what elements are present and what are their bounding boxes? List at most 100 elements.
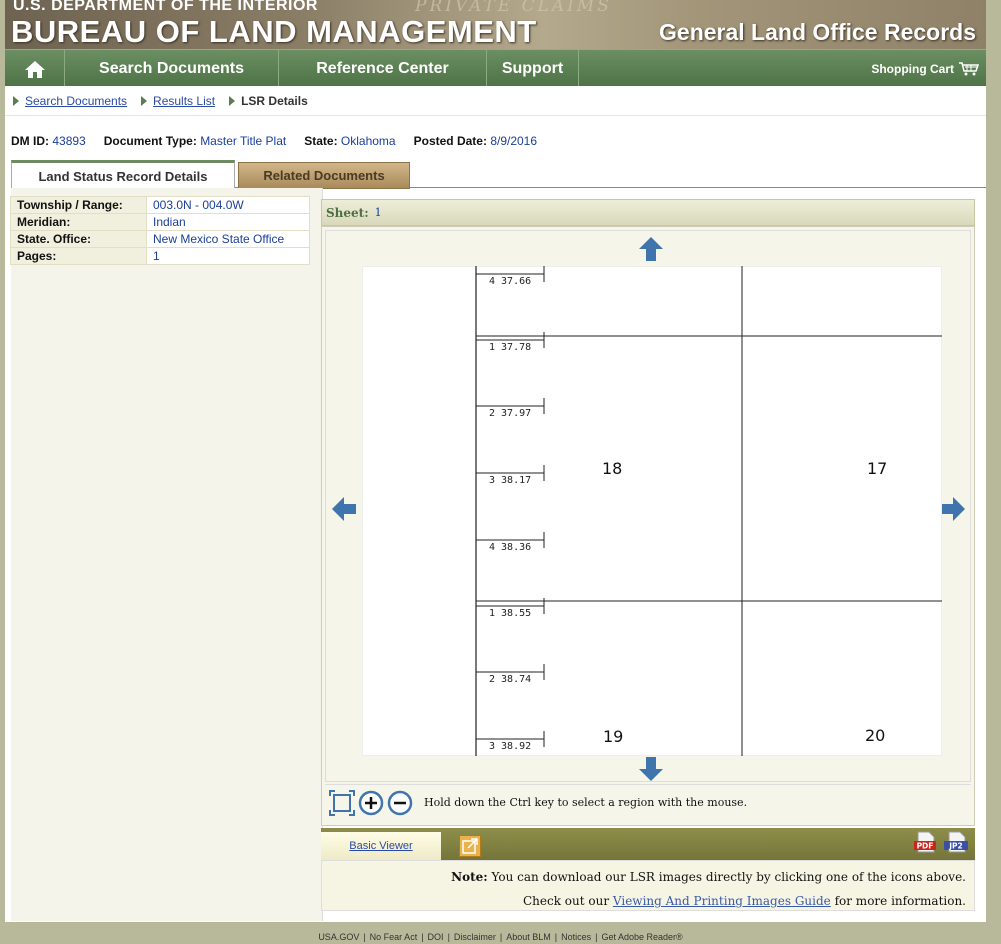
cart-icon <box>959 61 980 75</box>
lot-label: 4 38.36 <box>489 542 531 553</box>
breadcrumb-results-list[interactable]: Results List <box>153 94 215 108</box>
doc-type-label: Document Type: <box>103 134 197 148</box>
site-subtitle: General Land Office Records <box>659 19 976 45</box>
zoom-in-icon[interactable] <box>358 790 384 816</box>
footer-link[interactable]: DOI <box>428 932 444 942</box>
viewing-guide-link[interactable]: Viewing And Printing Images Guide <box>613 894 831 908</box>
pan-right-arrow-icon[interactable] <box>940 496 966 522</box>
footer-separator: | <box>554 932 558 942</box>
footer-separator: | <box>595 932 598 942</box>
footer-link[interactable]: No Fear Act <box>370 932 418 942</box>
breadcrumb-search-documents[interactable]: Search Documents <box>25 94 127 108</box>
nav-search-documents[interactable]: Search Documents <box>65 50 279 87</box>
property-key: Meridian: <box>10 213 147 231</box>
external-window-icon <box>462 838 478 854</box>
details-side-panel <box>11 188 323 921</box>
nav-support[interactable]: Support <box>487 50 579 87</box>
footer-link[interactable]: USA.GOV <box>318 932 359 942</box>
state-value: Oklahoma <box>340 134 396 148</box>
property-key: Pages: <box>10 247 147 265</box>
sheet-label: Sheet: <box>326 205 369 220</box>
lot-label: 3 38.92 <box>489 741 531 752</box>
note-line-2: Check out our Viewing And Printing Image… <box>330 889 966 913</box>
shopping-cart-link[interactable]: Shopping Cart <box>871 50 980 87</box>
breadcrumb-arrow-icon <box>229 95 236 106</box>
jp2-download-icon[interactable]: JP2 <box>943 831 969 853</box>
breadcrumb-arrow-icon <box>13 95 19 106</box>
pdf-download-icon[interactable]: PDF <box>913 831 937 853</box>
footer-link[interactable]: Notices <box>561 932 591 942</box>
property-key: Township / Range: <box>10 196 147 214</box>
plat-image: 4 37.66 1 37.78 2 37.97 3 38.17 4 38.36 1 38.… <box>362 266 942 756</box>
property-value: 003.0N - 004.0W <box>146 196 310 214</box>
bureau-title: BUREAU OF LAND MANAGEMENT <box>11 14 537 49</box>
table-row: Township / Range: 003.0N - 004.0W <box>10 196 310 214</box>
section-label: 17 <box>867 459 887 478</box>
footer-separator: | <box>447 932 450 942</box>
property-key: State. Office: <box>10 230 147 248</box>
pan-up-arrow-icon[interactable] <box>638 236 664 262</box>
dm-id-label: DM ID: <box>11 134 49 148</box>
property-value: 1 <box>146 247 310 265</box>
section-label: 18 <box>602 459 622 478</box>
lot-label: 2 37.97 <box>489 408 531 419</box>
lot-label: 3 38.17 <box>489 475 531 486</box>
sheet-bar: Sheet: 1 <box>321 199 975 226</box>
note-label: Note: <box>451 870 488 884</box>
dm-id-value: 43893 <box>52 134 86 148</box>
pdf-icon-label: PDF <box>917 842 934 851</box>
main-nav: Search Documents Reference Center Suppor… <box>5 49 986 87</box>
tab-related-documents[interactable]: Related Documents <box>238 162 410 189</box>
download-bar: Basic Viewer PDF JP2 <box>321 828 975 860</box>
property-value: New Mexico State Office <box>146 230 310 248</box>
table-row: Meridian: Indian <box>10 213 310 231</box>
footer-link[interactable]: About BLM <box>506 932 551 942</box>
viewer-toolbar: Hold down the Ctrl key to select a regio… <box>325 784 971 820</box>
lot-label: 2 38.74 <box>489 674 531 685</box>
popout-viewer-icon[interactable] <box>459 835 481 857</box>
table-row: Pages: 1 <box>10 247 310 265</box>
sheet-number[interactable]: 1 <box>375 206 382 219</box>
footer-separator: | <box>499 932 503 942</box>
lot-label: 1 38.55 <box>489 608 531 619</box>
breadcrumb-arrow-icon <box>141 95 148 106</box>
note-text: You can download our LSR images directly… <box>491 870 966 884</box>
image-viewer: 4 37.66 1 37.78 2 37.97 3 38.17 4 38.36 1 38.… <box>321 226 975 826</box>
footer-separator: | <box>421 932 424 942</box>
lot-label: 1 37.78 <box>489 342 531 353</box>
shopping-cart-label: Shopping Cart <box>871 61 954 76</box>
page-content: Search Documents Results List LSR Detail… <box>5 86 986 922</box>
state-label: State: <box>304 134 338 148</box>
breadcrumb-current: LSR Details <box>241 93 308 108</box>
pan-down-arrow-icon[interactable] <box>638 756 664 782</box>
note-text-post: for more information. <box>834 894 966 908</box>
tab-bar: Land Status Record Details Related Docum… <box>11 158 986 190</box>
footer-link[interactable]: Get Adobe Reader® <box>602 932 683 942</box>
home-button[interactable] <box>5 50 65 87</box>
download-note: Note: You can download our LSR images di… <box>321 860 975 911</box>
pan-left-arrow-icon[interactable] <box>331 496 357 522</box>
department-title: U.S. DEPARTMENT OF THE INTERIOR <box>13 0 318 14</box>
site-footer: USA.GOV | No Fear Act | DOI | Disclaimer | About… <box>0 930 1001 944</box>
breadcrumb: Search Documents Results List LSR Detail… <box>5 86 986 116</box>
section-label: 20 <box>865 726 885 745</box>
select-region-icon[interactable] <box>329 789 355 816</box>
document-meta: DM ID: 43893 Document Type: Master Title… <box>11 134 537 148</box>
nav-reference-center[interactable]: Reference Center <box>279 50 487 87</box>
note-line-1: Note: You can download our LSR images di… <box>330 865 966 889</box>
viewer-canvas[interactable]: 4 37.66 1 37.78 2 37.97 3 38.17 4 38.36 1 38.… <box>325 230 971 782</box>
tab-land-status-record-details[interactable]: Land Status Record Details <box>11 160 235 190</box>
lot-label: 4 37.66 <box>489 276 531 287</box>
basic-viewer-tab[interactable]: Basic Viewer <box>321 832 441 860</box>
section-label: 19 <box>603 727 623 746</box>
jp2-icon-label: JP2 <box>948 842 963 851</box>
doc-type-value: Master Title Plat <box>200 134 287 148</box>
zoom-out-icon[interactable] <box>387 790 413 816</box>
viewer-hint: Hold down the Ctrl key to select a regio… <box>424 796 748 809</box>
posted-date-label: Posted Date: <box>413 134 487 148</box>
record-properties-table: Township / Range: 003.0N - 004.0W Meridia… <box>10 196 310 265</box>
footer-link[interactable]: Disclaimer <box>454 932 496 942</box>
house-icon <box>24 60 45 78</box>
note-text-pre: Check out our <box>522 894 610 908</box>
posted-date-value: 8/9/2016 <box>490 134 538 148</box>
